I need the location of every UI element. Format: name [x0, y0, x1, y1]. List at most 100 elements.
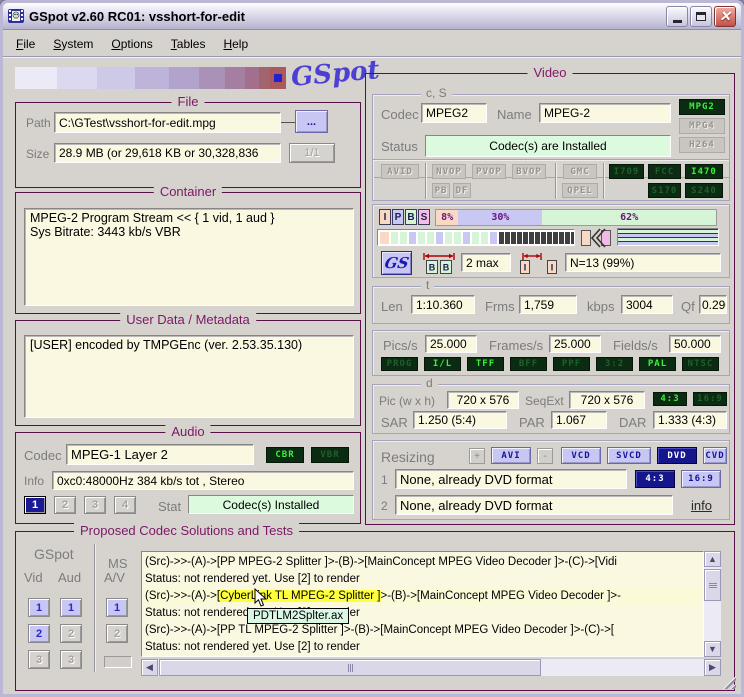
gop-frame-unused: [505, 232, 510, 244]
solution-line-6[interactable]: Status: not rendered yet. Use [2] to ren…: [145, 639, 700, 656]
frame-type-legend: I P B S: [379, 209, 430, 225]
audio-group: Audio Codec MPEG-1 Layer 2 CBR VBR Info …: [15, 432, 361, 524]
gop-cut-icon: [581, 228, 611, 251]
menu-system[interactable]: System: [44, 33, 102, 55]
resize-row2-field: None, already DVD format: [395, 495, 673, 515]
audio-vbr-badge: VBR: [311, 447, 349, 463]
resize-info-link[interactable]: info: [691, 498, 712, 513]
gop-frame-P: [463, 232, 470, 244]
aud-test-button-2[interactable]: 2: [60, 624, 82, 643]
resize-dvd-button[interactable]: DVD: [657, 447, 697, 464]
vscroll-thumb[interactable]: [704, 569, 721, 601]
resize-ar169-button[interactable]: 16:9: [681, 470, 721, 488]
resize-avi-button[interactable]: AVI: [491, 447, 531, 464]
solutions-hscrollbar[interactable]: ◀ ▶: [141, 659, 721, 676]
video-codec-field: MPEG2: [421, 103, 487, 123]
close-button[interactable]: ✕: [714, 6, 736, 27]
aud-test-button-3[interactable]: 3: [60, 650, 82, 669]
len-field: 1:10.360: [411, 295, 475, 314]
page-indicator[interactable]: 1/1: [289, 143, 335, 163]
gradient-segment: [259, 67, 270, 89]
minimize-icon: [673, 20, 682, 23]
path-label: Path: [26, 116, 51, 130]
gop-frame-unused: [541, 232, 546, 244]
resize-plus-button[interactable]: +: [469, 448, 485, 464]
av-test-button-2[interactable]: 2: [106, 624, 128, 643]
menu-options[interactable]: Options: [102, 33, 161, 55]
resize-vcd-button[interactable]: VCD: [561, 447, 601, 464]
hscroll-right-button[interactable]: ▶: [704, 659, 721, 676]
solutions-group: Proposed Codec Solutions and Tests GSpot…: [15, 531, 735, 691]
container-info-box: MPEG-2 Program Stream << { 1 vid, 1 aud …: [24, 208, 354, 306]
gradient-segment: [169, 67, 199, 89]
badge-h264: H264: [679, 137, 725, 153]
flag-bvop: BVOP: [512, 164, 546, 179]
solution-line-2[interactable]: Status: not rendered yet. Use [2] to ren…: [145, 571, 700, 588]
badge-pal: PAL: [639, 357, 676, 371]
badge-mpg4: MPG4: [679, 118, 725, 134]
resize-minus-button[interactable]: -: [537, 448, 553, 464]
vid-test-button-3[interactable]: 3: [28, 650, 50, 669]
pics-field: 25.000: [425, 335, 477, 353]
vscroll-up-button[interactable]: ▲: [704, 551, 721, 567]
audio-track-button-4[interactable]: 4: [114, 496, 136, 514]
svg-text:B: B: [429, 263, 436, 273]
solution-line-3[interactable]: (Src)->>-(A)->[CyberLink TL MPEG-2 Split…: [145, 588, 700, 605]
solutions-text-area[interactable]: (Src)->>-(A)->[PP MPEG-2 Splitter ]>-(B)…: [141, 551, 704, 657]
resize-cvd-button[interactable]: CVD: [703, 447, 727, 464]
arrow-down-icon: ▼: [708, 644, 717, 654]
dar-field: 1.333 (4:3): [653, 411, 727, 429]
solution-line-4[interactable]: Status: not rendered yet. Use [2] to ren…: [145, 605, 700, 622]
solution-line-3-post: >-(B)->[MainConcept MPEG Video Decoder ]…: [381, 590, 621, 602]
badge-ar-43: 4:3: [653, 392, 687, 406]
quality-marker-icon: [274, 74, 282, 82]
solutions-vscrollbar[interactable]: ▲ ▼: [704, 551, 721, 657]
audio-track-button-3[interactable]: 3: [84, 496, 106, 514]
container-group: Container MPEG-2 Program Stream << { 1 v…: [15, 192, 361, 314]
menu-help[interactable]: Help: [214, 33, 257, 55]
path-field: C:\GTest\vsshort-for-edit.mpg: [54, 112, 281, 133]
gradient-segment: [135, 67, 169, 89]
close-icon: ✕: [719, 9, 731, 23]
max-b-frames-field: 2 max: [461, 253, 511, 272]
title-bar[interactable]: GSpot v2.60 RC01: vsshort-for-edit ✕: [3, 3, 741, 30]
menu-tables[interactable]: Tables: [162, 33, 215, 55]
dar-label: DAR: [619, 415, 646, 430]
d-legend: d: [421, 376, 438, 390]
frames-label: Frames/s: [489, 338, 543, 353]
hscroll-thumb[interactable]: [159, 659, 541, 676]
qf-field: 0.290: [699, 295, 727, 314]
gop-frame-B: [391, 232, 398, 244]
solution-line-5[interactable]: (Src)->>-(A)->[PP TL MPEG-2 Splitter ]>-…: [145, 622, 700, 639]
maximize-button[interactable]: [690, 6, 712, 27]
cs-legend: c, S: [421, 86, 452, 100]
vscroll-down-button[interactable]: ▼: [704, 641, 721, 657]
flag-df: DF: [453, 183, 471, 198]
av-test-button-1[interactable]: 1: [106, 598, 128, 617]
frame-type-i: I: [379, 209, 391, 225]
resize-ar43-button[interactable]: 4:3: [635, 470, 675, 488]
vid-test-button-1[interactable]: 1: [28, 598, 50, 617]
gspot-analyze-button[interactable]: GS: [381, 251, 412, 275]
resize-svcd-button[interactable]: SVCD: [607, 447, 651, 464]
minimize-button[interactable]: [666, 6, 688, 27]
size-field: 28.9 MB (or 29,618 KB or 30,328,836: [54, 143, 281, 163]
svg-text:B: B: [443, 263, 450, 273]
flag-i470: I470: [685, 164, 723, 179]
solution-line-1[interactable]: (Src)->>-(A)->[PP MPEG-2 Splitter ]>-(B)…: [145, 554, 700, 571]
vid-column-label: Vid: [24, 570, 43, 585]
menu-file[interactable]: File: [7, 33, 44, 55]
aud-test-button-1[interactable]: 1: [60, 598, 82, 617]
solution-line-1-text: (Src)->>-(A)->[PP MPEG-2 Splitter ]>-(B)…: [145, 556, 617, 568]
pic-field: 720 x 576: [447, 391, 519, 409]
gradient-segment: [97, 67, 135, 89]
flag-s170: S170: [648, 183, 681, 198]
hscroll-left-button[interactable]: ◀: [141, 659, 158, 676]
container-group-legend: Container: [154, 184, 222, 199]
audio-track-button-2[interactable]: 2: [54, 496, 76, 514]
selected-splitter-highlight[interactable]: [CyberLink TL MPEG-2 Splitter ]: [217, 590, 381, 602]
gop-length-field: N=13 (99%): [565, 253, 721, 272]
audio-track-button-1[interactable]: 1: [24, 496, 46, 514]
vid-test-button-2[interactable]: 2: [28, 624, 50, 643]
browse-button[interactable]: ...: [295, 110, 328, 133]
